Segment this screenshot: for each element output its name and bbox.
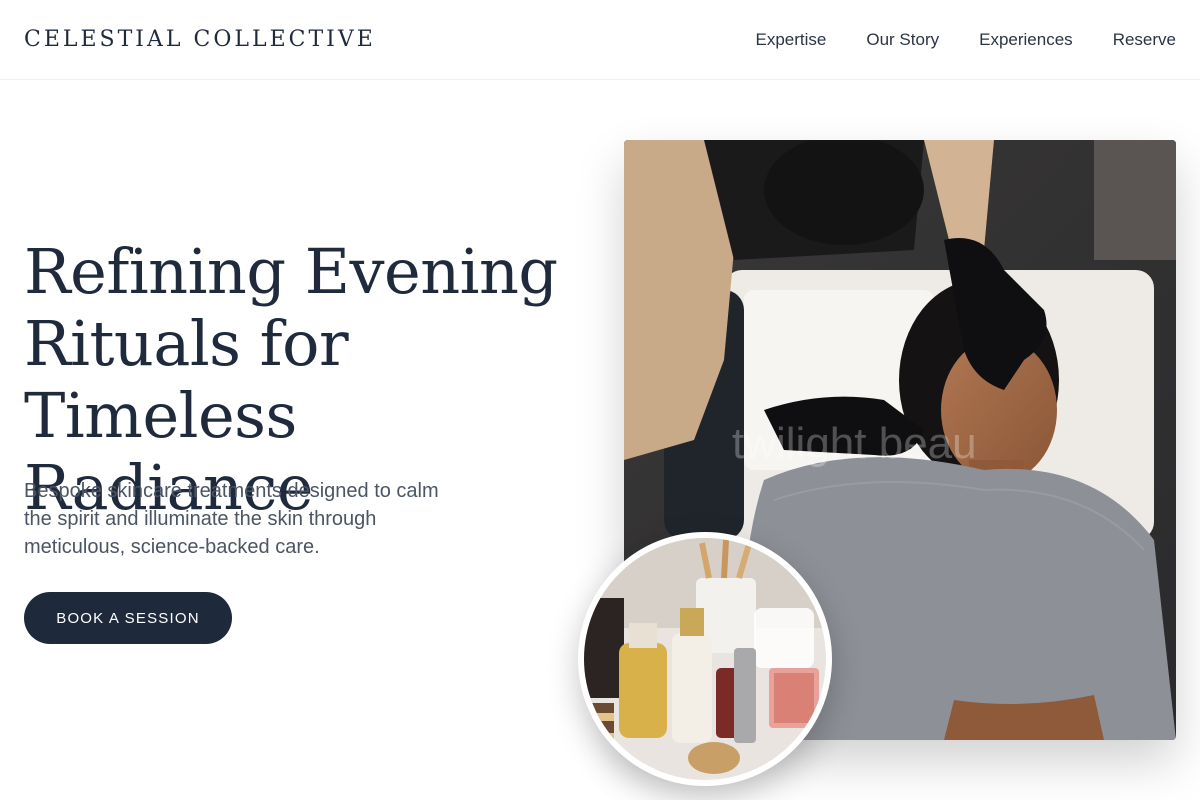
nav-item-our-story[interactable]: Our Story <box>866 30 939 50</box>
skincare-products-photo <box>578 532 832 786</box>
nav-item-expertise[interactable]: Expertise <box>756 30 827 50</box>
nav-item-reserve[interactable]: Reserve <box>1113 30 1176 50</box>
site-header: CELESTIAL COLLECTIVE Expertise Our Story… <box>0 0 1200 80</box>
hero-title-line: Rituals for <box>24 307 349 380</box>
hero-subtitle: Bespoke skincare treatments designed to … <box>24 480 439 558</box>
hero-title-line: Refining Evening <box>24 235 558 308</box>
main-nav: Expertise Our Story Experiences Reserve <box>756 30 1177 50</box>
brand-logo[interactable]: CELESTIAL COLLECTIVE <box>24 27 376 52</box>
nav-item-experiences[interactable]: Experiences <box>979 30 1073 50</box>
book-session-button[interactable]: BOOK A SESSION <box>24 592 232 644</box>
photo-watermark: twilight beau <box>732 419 977 468</box>
